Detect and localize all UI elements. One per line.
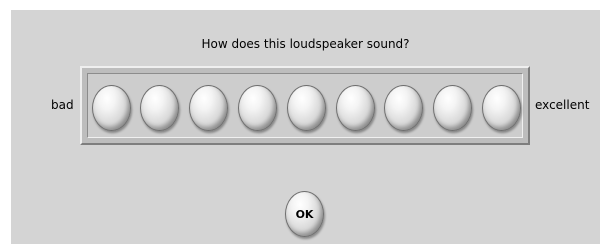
rating-button-9[interactable] — [482, 85, 521, 131]
rating-button-3[interactable] — [189, 85, 228, 131]
rating-button-1[interactable] — [92, 85, 131, 131]
rating-button-5[interactable] — [287, 85, 326, 131]
question-text: How does this loudspeaker sound? — [201, 37, 410, 51]
rating-button-2[interactable] — [140, 85, 179, 131]
rating-button-7[interactable] — [384, 85, 423, 131]
rating-button-4[interactable] — [238, 85, 277, 131]
ok-button[interactable]: OK — [285, 191, 324, 237]
rating-button-8[interactable] — [433, 85, 472, 131]
scale-label-high: excellent — [535, 98, 590, 112]
rating-dialog: How does this loudspeaker sound? bad exc… — [11, 10, 600, 244]
rating-scale-panel — [80, 66, 530, 145]
rating-button-6[interactable] — [336, 85, 375, 131]
scale-label-low: bad — [51, 98, 74, 112]
